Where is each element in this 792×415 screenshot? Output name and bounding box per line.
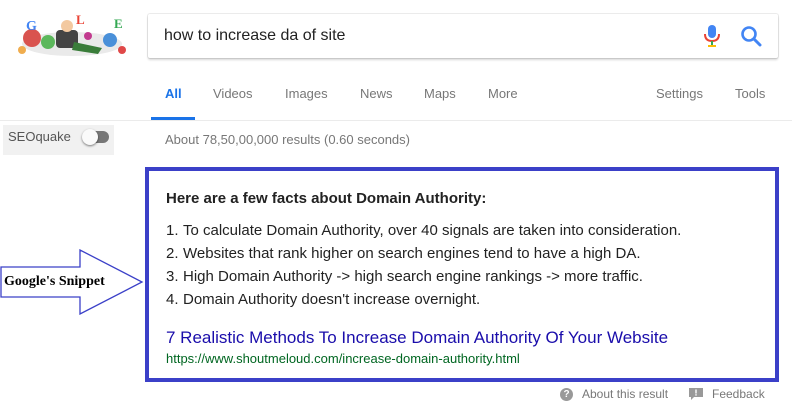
list-item-text: To calculate Domain Authority, over 40 s… xyxy=(183,222,682,239)
toggle-knob xyxy=(82,129,98,145)
result-url: https://www.shoutmeloud.com/increase-dom… xyxy=(166,351,520,366)
logo-letter-e: E xyxy=(114,16,123,31)
search-input[interactable] xyxy=(164,14,684,58)
tab-maps[interactable]: Maps xyxy=(424,86,456,106)
search-icon[interactable] xyxy=(740,25,762,47)
logo-letter-l: L xyxy=(76,12,85,27)
list-item: 3. High Domain Authority -> high search e… xyxy=(166,265,681,288)
list-item-number: 3. xyxy=(166,268,179,285)
list-item-number: 1. xyxy=(166,222,179,239)
tab-all[interactable]: All xyxy=(165,86,182,106)
search-box[interactable] xyxy=(148,14,778,58)
result-stats: About 78,50,00,000 results (0.60 seconds… xyxy=(165,132,410,147)
tabs-divider xyxy=(0,120,792,121)
seoquake-toggle[interactable] xyxy=(82,129,109,145)
snippet-list: 1. To calculate Domain Authority, over 40… xyxy=(166,219,681,311)
feedback-link[interactable]: Feedback xyxy=(712,387,765,401)
tab-images[interactable]: Images xyxy=(285,86,328,106)
about-this-result-link[interactable]: About this result xyxy=(582,387,668,401)
result-title-link[interactable]: 7 Realistic Methods To Increase Domain A… xyxy=(166,328,668,348)
list-item-text: Domain Authority doesn't increase overni… xyxy=(183,291,481,308)
google-doodle-logo[interactable]: G L E xyxy=(12,12,130,58)
list-item-text: Websites that rank higher on search engi… xyxy=(183,245,641,262)
featured-snippet: Here are a few facts about Domain Author… xyxy=(145,167,779,382)
help-icon[interactable]: ? xyxy=(560,388,573,401)
list-item-text: High Domain Authority -> high search eng… xyxy=(183,268,643,285)
tab-settings[interactable]: Settings xyxy=(656,86,703,106)
logo-letter-g: G xyxy=(26,19,37,34)
tab-news[interactable]: News xyxy=(360,86,393,106)
snippet-heading: Here are a few facts about Domain Author… xyxy=(166,190,487,207)
seoquake-label: SEOquake xyxy=(8,129,71,144)
microphone-icon[interactable] xyxy=(704,25,720,47)
list-item: 2. Websites that rank higher on search en… xyxy=(166,242,681,265)
seoquake-panel: SEOquake xyxy=(3,125,114,155)
list-item-number: 2. xyxy=(166,245,179,262)
list-item: 4. Domain Authority doesn't increase over… xyxy=(166,288,681,311)
tab-more[interactable]: More xyxy=(488,86,518,106)
tab-tools[interactable]: Tools xyxy=(735,86,765,106)
feedback-icon[interactable] xyxy=(689,388,703,400)
list-item-number: 4. xyxy=(166,291,179,308)
annotation-label: Google's Snippet xyxy=(4,274,105,289)
list-item: 1. To calculate Domain Authority, over 40… xyxy=(166,219,681,242)
tab-videos[interactable]: Videos xyxy=(213,86,253,106)
